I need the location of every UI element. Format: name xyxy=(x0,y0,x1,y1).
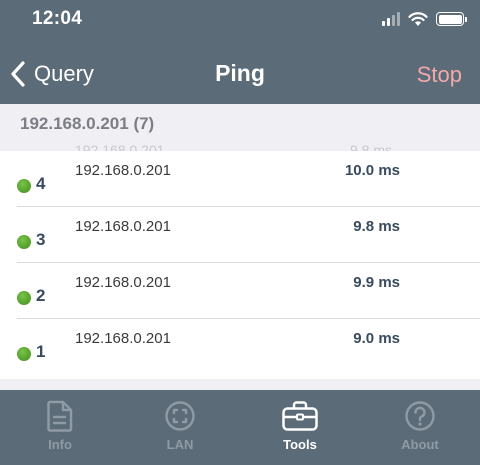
list-item[interactable]: 3 192.168.0.201 9.8 ms xyxy=(0,207,480,263)
tab-bar: Info LAN Tools About xyxy=(0,390,480,465)
tab-about[interactable]: About xyxy=(360,390,480,465)
header: 12:04 Query Ping Stop xyxy=(0,0,480,104)
tab-lan[interactable]: LAN xyxy=(120,390,240,465)
list-item[interactable]: 1 192.168.0.201 9.0 ms xyxy=(0,319,480,375)
status-icons xyxy=(382,10,467,28)
tab-label: LAN xyxy=(166,437,194,452)
list-item[interactable]: 2 192.168.0.201 9.9 ms xyxy=(0,263,480,319)
ip-address: 192.168.0.201 xyxy=(75,218,171,235)
status-dot-icon xyxy=(17,179,31,193)
sequence-number: 4 xyxy=(36,174,46,193)
sequence-number: 2 xyxy=(36,286,46,305)
status-dot-icon xyxy=(17,291,31,305)
tab-label: Info xyxy=(48,437,72,452)
sequence-number: 3 xyxy=(36,230,46,249)
cellular-signal-icon xyxy=(382,12,400,26)
tab-label: About xyxy=(401,437,439,452)
page-title: Ping xyxy=(215,60,265,86)
response-time: 10.0 ms xyxy=(344,162,400,179)
response-time: 9.0 ms xyxy=(353,330,400,347)
battery-icon xyxy=(436,12,467,26)
document-icon xyxy=(47,400,73,432)
wifi-icon xyxy=(408,11,428,26)
status-time: 12:04 xyxy=(32,8,83,29)
section-title: 192.168.0.201 (7) xyxy=(20,114,155,133)
response-time: 9.8 ms xyxy=(353,218,400,235)
ip-address: 192.168.0.201 xyxy=(75,330,171,347)
tab-tools[interactable]: Tools xyxy=(240,390,360,465)
list-item[interactable]: 4 192.168.0.201 10.0 ms xyxy=(0,151,480,207)
toolbox-icon xyxy=(282,401,318,431)
stop-button[interactable]: Stop xyxy=(417,62,462,88)
question-circle-icon xyxy=(405,401,435,431)
lan-scan-icon xyxy=(165,401,195,431)
ip-address: 192.168.0.201 xyxy=(75,274,171,291)
tab-label: Tools xyxy=(283,437,317,452)
sequence-number: 1 xyxy=(36,342,46,361)
section-header: 192.168.0.201 (7) xyxy=(0,104,480,144)
status-dot-icon xyxy=(17,235,31,249)
ip-address: 192.168.0.201 xyxy=(75,162,171,179)
tab-info[interactable]: Info xyxy=(0,390,120,465)
status-dot-icon xyxy=(17,347,31,361)
response-time: 9.9 ms xyxy=(353,274,400,291)
ping-results-list[interactable]: 4 192.168.0.201 10.0 ms 3 192.168.0.201 … xyxy=(0,151,480,379)
